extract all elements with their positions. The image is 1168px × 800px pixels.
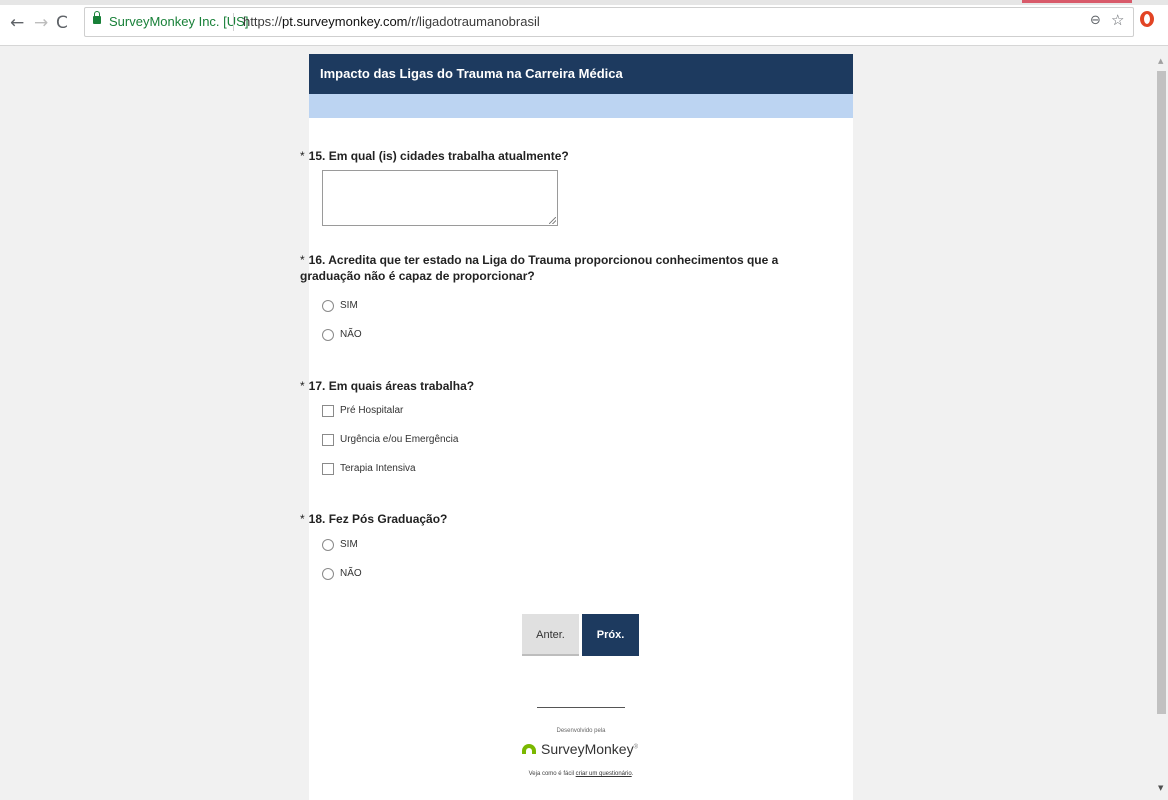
create-survey-cta: Veja como é fácil criar um questionário.	[309, 771, 853, 777]
previous-button[interactable]: Anter.	[522, 614, 579, 656]
cta-prefix: Veja como é fácil	[528, 771, 576, 777]
survey-page: Impacto das Ligas do Trauma na Carreira …	[300, 54, 853, 800]
lock-icon	[93, 11, 101, 24]
cities-textarea[interactable]	[322, 170, 558, 226]
next-button[interactable]: Próx.	[582, 614, 639, 656]
checkbox[interactable]	[322, 463, 334, 475]
required-marker: *	[300, 149, 305, 163]
progress-strip	[309, 94, 853, 118]
radio-button[interactable]	[322, 300, 334, 312]
browser-toolbar: ← → C SurveyMonkey Inc. [US] https://pt.…	[0, 0, 1168, 46]
resize-handle-icon[interactable]	[549, 217, 556, 224]
option-label: NÃO	[340, 568, 362, 579]
tab-strip	[0, 0, 1168, 5]
question-18-label: 18. Fez Pós Graduação?	[308, 512, 448, 526]
zoom-icon[interactable]: ⊖	[1090, 13, 1101, 28]
powered-by-text: Desenvolvido pela	[556, 728, 606, 734]
question-17-title: * 17. Em quais áreas trabalha?	[300, 378, 820, 394]
bookmark-star-icon[interactable]: ☆	[1111, 11, 1124, 29]
address-separator	[233, 13, 234, 31]
site-identity[interactable]: SurveyMonkey Inc. [US]	[109, 14, 248, 29]
option-label: SIM	[340, 300, 358, 311]
logo-brand: SurveyMonkey	[541, 741, 634, 757]
url-path: /r/ligadotraumanobrasil	[407, 14, 540, 29]
option-label: Urgência e/ou Emergência	[340, 434, 459, 445]
forward-icon[interactable]: →	[34, 14, 48, 32]
required-marker: *	[300, 379, 305, 393]
option-label: NÃO	[340, 329, 362, 340]
url-host: pt.surveymonkey.com	[282, 14, 408, 29]
extension-icon[interactable]	[1140, 11, 1154, 27]
question-16-label: 16. Acredita que ter estado na Liga do T…	[300, 253, 779, 283]
question-16-title: * 16. Acredita que ter estado na Liga do …	[300, 252, 820, 284]
scroll-up-arrow-icon[interactable]: ▲	[1158, 57, 1163, 65]
required-marker: *	[300, 253, 305, 267]
cta-suffix: .	[631, 771, 634, 777]
question-15-label: 15. Em qual (is) cidades trabalha atualm…	[308, 149, 569, 163]
survey-title: Impacto das Ligas do Trauma na Carreira …	[309, 54, 853, 94]
question-17-label: 17. Em quais áreas trabalha?	[308, 379, 475, 393]
page-scrollbar[interactable]: ▲ ▼	[1155, 54, 1168, 800]
question-18-title: * 18. Fez Pós Graduação?	[300, 511, 820, 527]
surveymonkey-logo-icon	[522, 744, 536, 754]
checkbox[interactable]	[322, 405, 334, 417]
radio-button[interactable]	[322, 539, 334, 551]
option-label: SIM	[340, 539, 358, 550]
registered-mark: ®	[633, 744, 639, 751]
url-scheme: https://	[243, 14, 283, 29]
address-bar[interactable]: SurveyMonkey Inc. [US] https://pt.survey…	[84, 7, 1134, 37]
url-text[interactable]: https://pt.surveymonkey.com/r/ligadotrau…	[243, 14, 540, 29]
footer-divider	[537, 707, 625, 708]
create-survey-link[interactable]: criar um questionário	[576, 771, 632, 777]
back-icon[interactable]: ←	[10, 14, 24, 32]
radio-button[interactable]	[322, 329, 334, 341]
checkbox[interactable]	[322, 434, 334, 446]
option-label: Pré Hospitalar	[340, 405, 404, 416]
question-15-title: * 15. Em qual (is) cidades trabalha atual…	[300, 148, 820, 164]
option-label: Terapia Intensiva	[340, 463, 416, 474]
scroll-down-arrow-icon[interactable]: ▼	[1158, 784, 1163, 792]
logo-text: SurveyMonkey®	[541, 741, 638, 757]
active-tab-indicator	[1022, 0, 1132, 3]
radio-button[interactable]	[322, 568, 334, 580]
required-marker: *	[300, 512, 305, 526]
reload-icon[interactable]: C	[56, 14, 68, 32]
scrollbar-thumb[interactable]	[1157, 71, 1166, 714]
